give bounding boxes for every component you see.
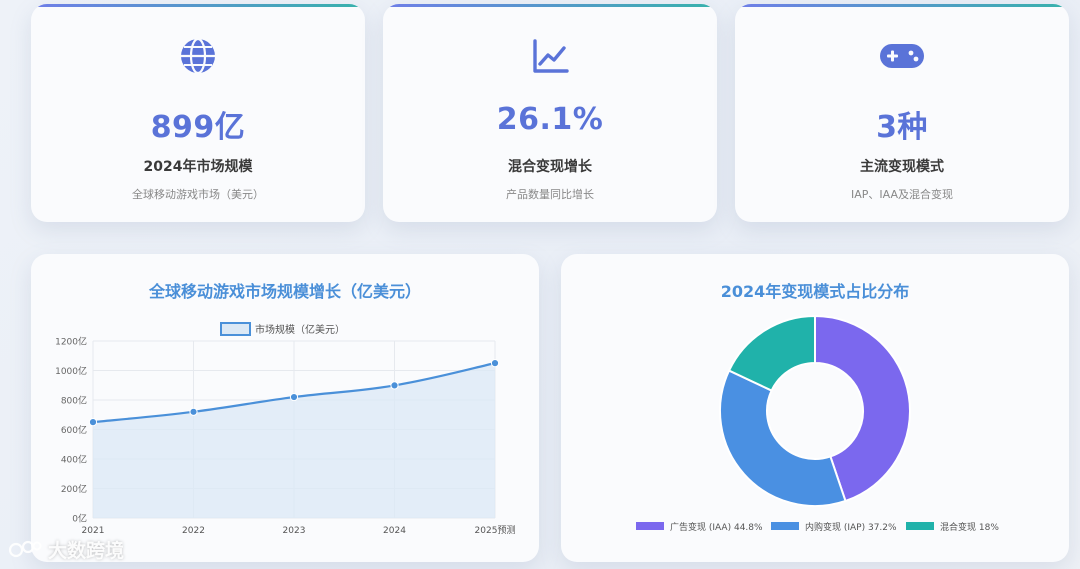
data-point [390, 381, 399, 390]
gamepad-icon [880, 44, 924, 68]
legend-label: 内购变现 (IAP) 37.2% [805, 521, 897, 533]
data-point [490, 359, 500, 368]
y-tick-label: 200亿 [61, 483, 87, 495]
kpi-value: 899亿 [150, 110, 246, 145]
donut-chart-panel: 2024年变现模式占比分布 广告变现 (IAA) 44.8% 内购变现 (IAP)… [561, 254, 1069, 562]
kpi-card-market-size: 899亿 2024年市场规模 全球移动游戏市场（美元） [31, 4, 365, 222]
kpi-label: 2024年市场规模 [143, 159, 253, 175]
legend-label: 广告变现 (IAA) 44.8% [670, 521, 763, 533]
globe-icon [181, 37, 215, 75]
legend-swatch [906, 522, 934, 530]
pie-slice [719, 369, 847, 507]
kpi-card-monetization-modes: 3种 主流变现模式 IAP、IAA及混合变现 [735, 4, 1069, 222]
pie-legend-item: 广告变现 (IAA) 44.8% [636, 521, 763, 533]
kpi-value: 3种 [876, 110, 928, 145]
watermark-text: 大数跨境 [48, 539, 125, 562]
kpi-card-hybrid-growth: 26.1% 混合变现增长 产品数量同比增长 [383, 4, 717, 222]
y-tick-label: 1000亿 [55, 365, 87, 377]
legend-swatch [771, 522, 799, 530]
x-tick-label: 2023 [283, 526, 306, 536]
legend-label: 市场规模（亿美元） [255, 323, 345, 336]
kpi-label: 主流变现模式 [860, 159, 944, 175]
data-point [289, 392, 299, 402]
watermark-logo-icon [8, 540, 42, 558]
data-point [189, 407, 198, 416]
y-tick-label: 1200亿 [55, 336, 87, 348]
line-chart: 市场规模（亿美元） 0亿 200亿 400亿 600亿 800亿 1000亿 1200亿 202… [55, 322, 516, 536]
x-tick-label: 2024 [383, 526, 406, 536]
watermark: 大数跨境 [8, 534, 124, 564]
line-legend: 市场规模（亿美元） [220, 322, 345, 336]
y-tick-label: 0亿 [72, 513, 87, 525]
kpi-subtitle: 全球移动游戏市场（美元） [132, 188, 264, 201]
kpi-value: 26.1% [496, 102, 604, 137]
y-tick-label: 400亿 [61, 454, 87, 466]
kpi-label: 混合变现增长 [508, 159, 592, 175]
legend-swatch [636, 522, 664, 530]
dashboard: 899亿 2024年市场规模 全球移动游戏市场（美元） 26.1% 混合变现增长… [0, 0, 1080, 569]
legend-label: 混合变现 18% [940, 521, 999, 533]
legend-swatch [220, 322, 251, 336]
line-chart-icon [533, 39, 569, 73]
x-tick-label: 2022 [182, 526, 205, 536]
donut-chart: 广告变现 (IAA) 44.8% 内购变现 (IAP) 37.2% 混合变现 18% [636, 314, 999, 533]
kpi-subtitle: IAP、IAA及混合变现 [850, 188, 953, 201]
pie-legend-item: 混合变现 18% [906, 521, 999, 533]
pie-legend-item: 内购变现 (IAP) 37.2% [771, 521, 897, 533]
kpi-subtitle: 产品数量同比增长 [506, 188, 594, 201]
x-tick-label: 2025预测 [475, 525, 516, 536]
line-chart-panel: 全球移动游戏市场规模增长（亿美元） 市场规模（亿美元） 0亿 200亿 400亿 600… [31, 254, 539, 562]
y-tick-label: 600亿 [61, 424, 87, 436]
y-tick-label: 800亿 [61, 395, 87, 407]
data-point [88, 418, 98, 427]
